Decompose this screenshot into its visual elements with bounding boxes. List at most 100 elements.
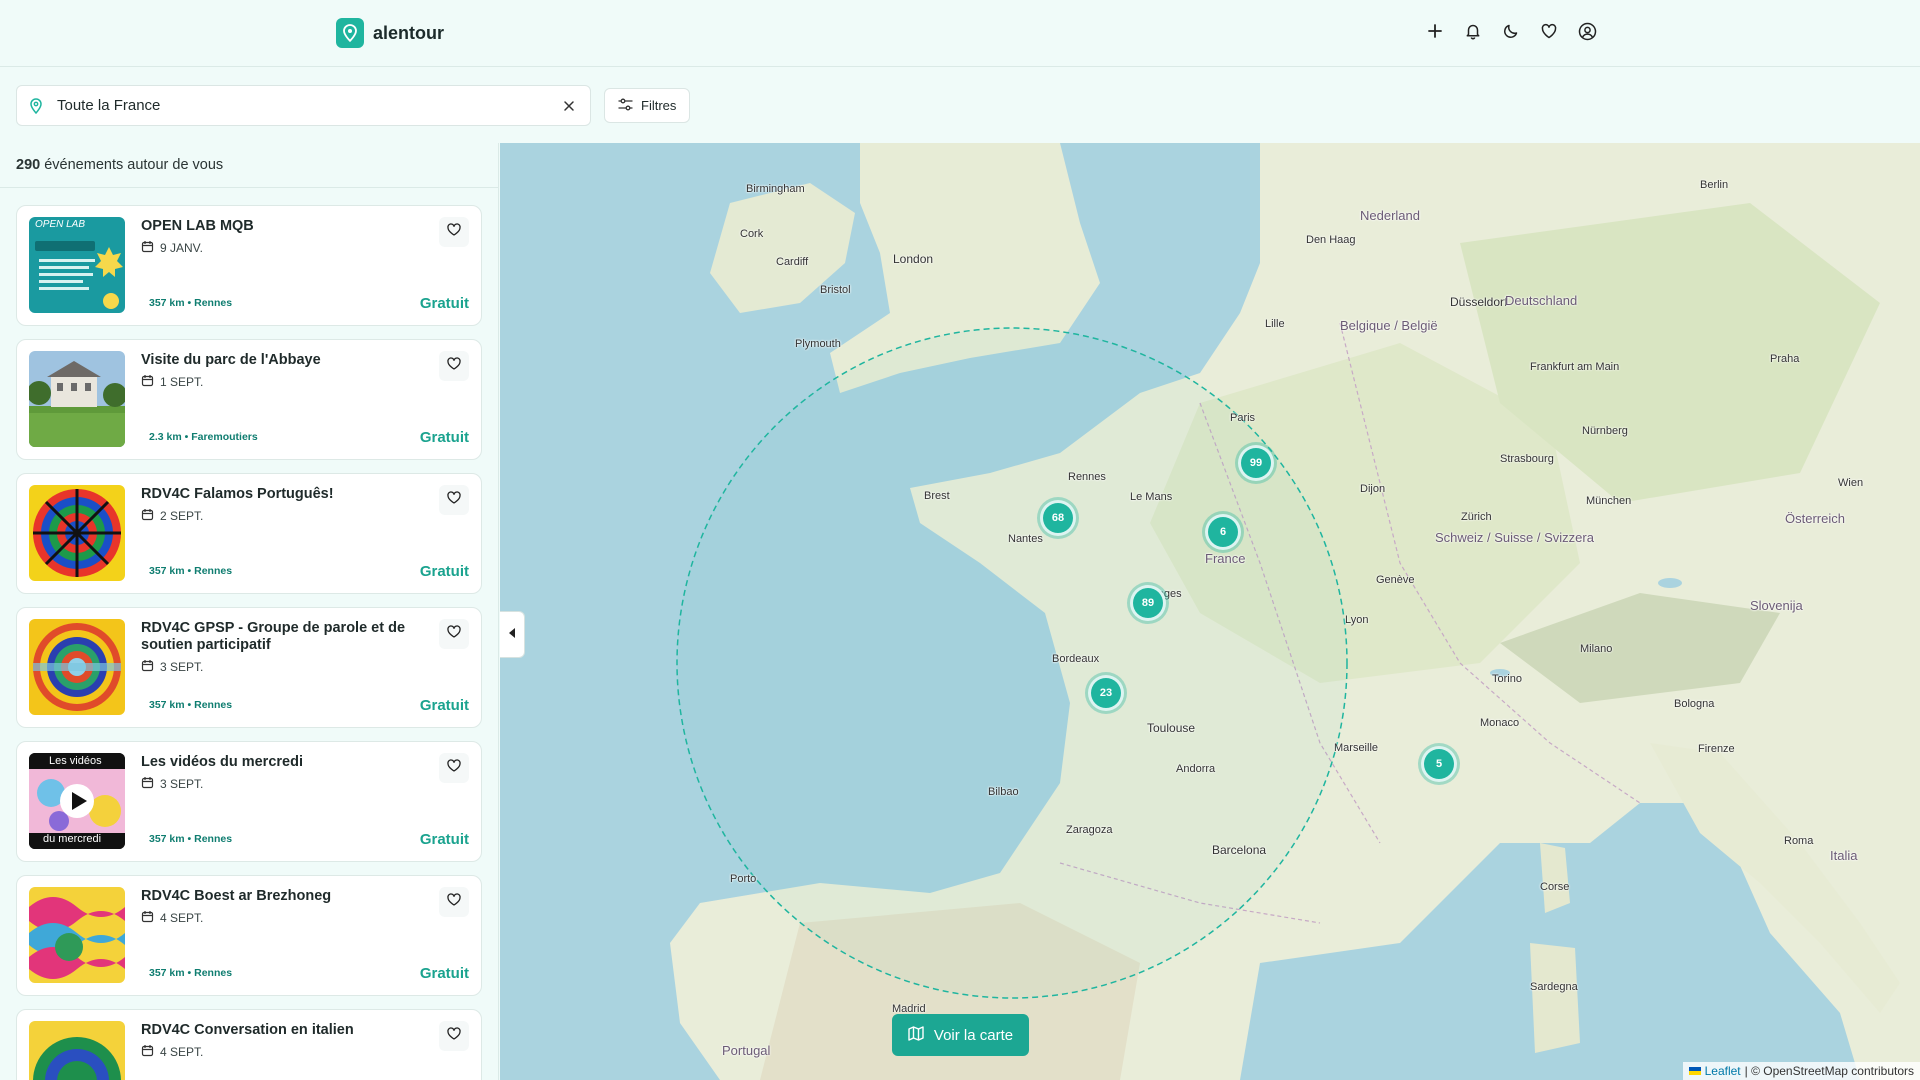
leaflet-link[interactable]: Leaflet (1705, 1064, 1741, 1078)
filters-button[interactable]: Filtres (604, 88, 691, 123)
favorite-button[interactable] (439, 485, 469, 515)
map-icon (908, 1025, 924, 1045)
event-cluster-marker[interactable]: 5 (1421, 746, 1457, 782)
ukraine-flag-icon (1688, 1064, 1701, 1078)
map-label: Firenze (1698, 743, 1735, 755)
calendar-icon (141, 508, 154, 524)
event-date: 3 SEPT. (141, 776, 203, 792)
map-label: Zaragoza (1066, 824, 1113, 836)
event-price: Gratuit (419, 563, 469, 580)
event-date: 9 JANV. (141, 240, 203, 256)
event-date-text: 9 JANV. (160, 241, 203, 255)
favorite-button[interactable] (439, 1021, 469, 1051)
clear-icon[interactable] (560, 97, 578, 115)
heart-icon[interactable] (1538, 20, 1560, 42)
thumbnail-top-text: Les vidéos (49, 755, 102, 767)
event-card[interactable]: OPEN LAB OPEN LAB MQB 9 JANV. 357 km • R… (16, 205, 482, 326)
collapse-sidebar-button[interactable] (500, 611, 525, 658)
event-cluster-marker[interactable]: 68 (1040, 500, 1076, 536)
event-card[interactable]: RDV4C Falamos Português! 2 SEPT. 357 km … (16, 473, 482, 594)
map-label: Corse (1540, 881, 1570, 893)
map-label: Andorra (1176, 763, 1216, 775)
favorite-button[interactable] (439, 887, 469, 917)
event-card[interactable]: RDV4C GPSP - Groupe de parole et de sout… (16, 607, 482, 728)
event-cluster-marker[interactable]: 6 (1205, 514, 1241, 550)
user-circle-icon[interactable] (1576, 20, 1598, 42)
calendar-icon (141, 659, 154, 675)
moon-icon[interactable] (1500, 20, 1522, 42)
event-date: 4 SEPT. (141, 1044, 203, 1060)
heart-icon (447, 893, 461, 911)
results-count-suffix: événements autour de vous (40, 157, 224, 173)
thumbnail-title: OPEN LAB (35, 219, 86, 230)
event-card[interactable]: RDV4C Boest ar Brezhoneg 4 SEPT. 357 km … (16, 875, 482, 996)
event-price: Gratuit (419, 831, 469, 848)
map-label: Strasbourg (1500, 453, 1554, 465)
map-label: Genève (1376, 574, 1415, 586)
map-label: Monaco (1480, 717, 1520, 729)
event-price: Gratuit (419, 697, 469, 714)
favorite-button[interactable] (439, 753, 469, 783)
event-date: 2 SEPT. (141, 508, 203, 524)
map-label: Düsseldorf (1450, 295, 1508, 309)
event-location: 357 km • Rennes (149, 565, 233, 577)
favorite-button[interactable] (439, 619, 469, 649)
map-label: Lille (1265, 318, 1285, 330)
map-label: Frankfurt am Main (1530, 361, 1620, 373)
map-label: Le Mans (1130, 491, 1173, 503)
event-card[interactable]: Visite du parc de l'Abbaye 1 SEPT. 2.3 k… (16, 339, 482, 460)
heart-icon (447, 357, 461, 375)
event-date-text: 2 SEPT. (160, 509, 204, 523)
map-label: Belgique / België (1340, 318, 1438, 333)
event-thumbnail (29, 1021, 125, 1080)
event-date: 4 SEPT. (141, 910, 203, 926)
event-cluster-marker[interactable]: 23 (1088, 675, 1124, 711)
show-map-button[interactable]: Voir la carte (892, 1014, 1029, 1056)
map-label: Barcelona (1212, 843, 1267, 857)
map-label: Plymouth (795, 338, 841, 350)
location-search-input[interactable] (57, 97, 560, 114)
map-label: Brest (924, 490, 950, 502)
heart-icon (447, 625, 461, 643)
map-label: Birmingham (746, 183, 805, 195)
search-row: Filtres (16, 85, 691, 126)
event-title: OPEN LAB MQB (141, 218, 254, 234)
event-list: OPEN LAB OPEN LAB MQB 9 JANV. 357 km • R… (0, 188, 498, 1080)
results-count: 290 événements autour de vous (0, 143, 498, 188)
event-date: 1 SEPT. (141, 374, 203, 390)
map-label: Schweiz / Suisse / Svizzera (1435, 530, 1594, 545)
map-label: Bologna (1674, 698, 1715, 710)
event-location: 357 km • Rennes (149, 297, 233, 309)
event-price: Gratuit (419, 429, 469, 446)
plus-icon[interactable] (1424, 20, 1446, 42)
event-card[interactable]: RDV4C Conversation en italien 4 SEPT. (16, 1009, 482, 1080)
map-label: Zürich (1461, 511, 1492, 523)
calendar-icon (141, 374, 154, 390)
header-actions (1424, 20, 1598, 42)
show-map-label: Voir la carte (933, 1026, 1014, 1044)
favorite-button[interactable] (439, 351, 469, 381)
bell-icon[interactable] (1462, 20, 1484, 42)
map-label: Slovenija (1750, 598, 1803, 613)
event-thumbnail: OPEN LAB (29, 217, 125, 313)
map-label: London (893, 252, 934, 266)
event-title: RDV4C Boest ar Brezhoneg (141, 888, 332, 904)
favorite-button[interactable] (439, 217, 469, 247)
brand[interactable]: alentour (336, 18, 444, 48)
event-cluster-marker[interactable]: 89 (1130, 585, 1166, 621)
event-price: Gratuit (419, 965, 469, 982)
map-label: Cork (740, 228, 764, 240)
event-thumbnail (29, 887, 125, 983)
event-thumbnail: Les vidéos du mercredi (29, 753, 125, 849)
calendar-icon (141, 776, 154, 792)
event-thumbnail (29, 619, 125, 715)
heart-icon (447, 1027, 461, 1045)
event-cluster-marker[interactable]: 99 (1238, 445, 1274, 481)
location-search-box[interactable] (16, 85, 591, 126)
event-location: 2.3 km • Faremoutiers (149, 431, 258, 443)
event-card[interactable]: Les vidéos du mercredi Les vidéos du mer… (16, 741, 482, 862)
map-label: Bordeaux (1052, 653, 1100, 665)
map-label: Nantes (1008, 533, 1043, 545)
event-map[interactable]: Birmingham London Cardiff Plymouth Brist… (500, 143, 1920, 1080)
event-price: Gratuit (419, 295, 469, 312)
